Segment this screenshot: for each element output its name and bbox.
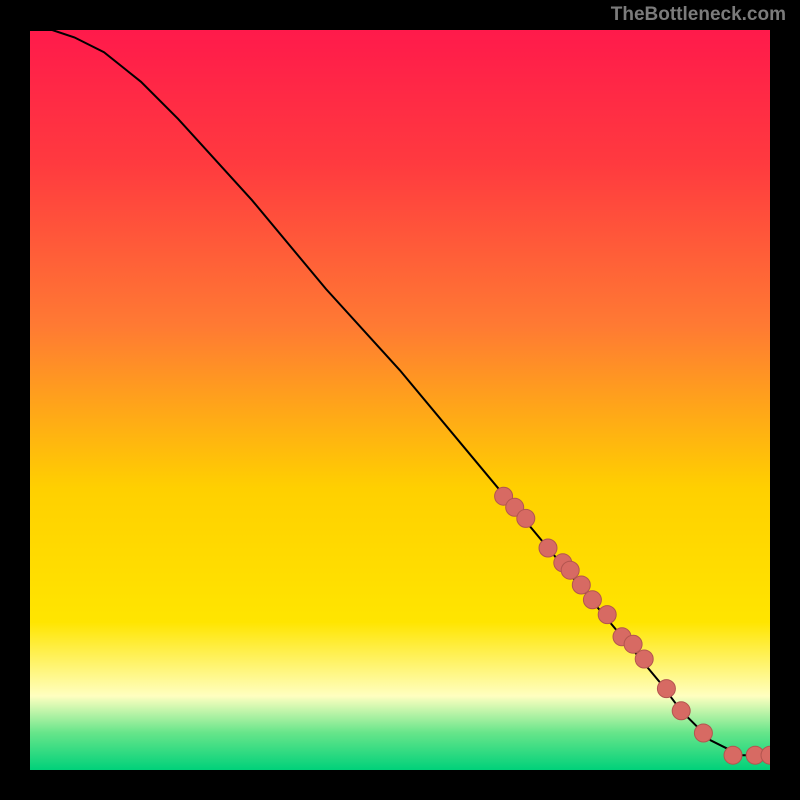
data-marker [635, 650, 653, 668]
plot-area [30, 30, 770, 770]
data-marker [672, 702, 690, 720]
data-marker [517, 509, 535, 527]
chart-svg [30, 30, 770, 770]
data-marker [624, 635, 642, 653]
data-marker [694, 724, 712, 742]
data-marker [724, 746, 742, 764]
data-marker [539, 539, 557, 557]
watermark-text: TheBottleneck.com [611, 4, 786, 26]
data-marker [561, 561, 579, 579]
gradient-background [30, 30, 770, 770]
data-marker [598, 606, 616, 624]
data-marker [572, 576, 590, 594]
data-marker [657, 680, 675, 698]
data-marker [583, 591, 601, 609]
chart-frame: TheBottleneck.com [0, 0, 800, 800]
